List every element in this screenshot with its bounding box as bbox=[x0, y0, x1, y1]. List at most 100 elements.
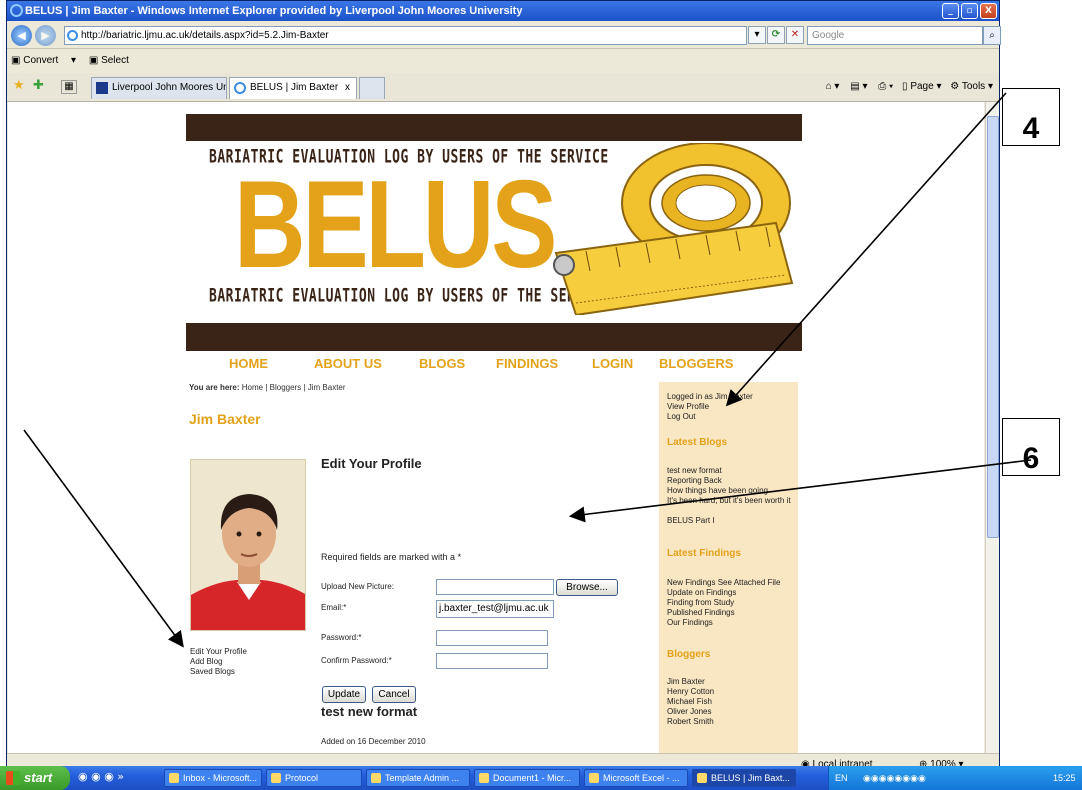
callout-box-top: 4 bbox=[1002, 88, 1060, 146]
site-banner: BARIATRIC EVALUATION LOG BY USERS OF THE… bbox=[186, 141, 802, 323]
tab-ljmu[interactable]: Liverpool John Moores Unive... bbox=[91, 77, 227, 99]
nav-login[interactable]: LOGIN bbox=[592, 356, 633, 371]
new-tab-button[interactable] bbox=[359, 77, 385, 99]
sidebar-blogger-link[interactable]: Michael Fish bbox=[667, 697, 712, 706]
restore-button[interactable]: ▫ bbox=[961, 3, 978, 19]
scrollbar-thumb[interactable] bbox=[987, 116, 999, 538]
latest-blogs-heading: Latest Blogs bbox=[667, 437, 728, 448]
nav-home[interactable]: HOME bbox=[229, 356, 268, 371]
quick-tabs-icon[interactable]: ▦ bbox=[61, 80, 77, 94]
taskbar: start ◉ ◉ ◉ » Inbox - Microsoft... Proto… bbox=[0, 766, 1082, 790]
back-arrow-icon[interactable]: ◀ bbox=[11, 25, 32, 46]
close-button[interactable]: X bbox=[980, 3, 997, 19]
select-button[interactable]: ▣ Select bbox=[89, 55, 139, 66]
print-icon[interactable]: ⎙ ▾ bbox=[878, 81, 893, 92]
confirm-password-field[interactable] bbox=[436, 653, 548, 669]
language-indicator[interactable]: EN bbox=[835, 766, 848, 790]
stop-icon[interactable]: ✕ bbox=[786, 26, 804, 44]
sidebar-blog-link[interactable]: How things have been going bbox=[667, 486, 768, 495]
refresh-icon[interactable]: ⟳ bbox=[767, 26, 785, 44]
convert-button[interactable]: ▣ Convert ▾ bbox=[11, 55, 76, 66]
ljmu-favicon-icon bbox=[96, 82, 108, 94]
breadcrumb-path[interactable]: Home | Bloggers | Jim Baxter bbox=[242, 383, 346, 392]
email-field[interactable]: j.baxter_test@ljmu.ac.uk bbox=[436, 600, 554, 618]
sidebar-blogger-link[interactable]: Henry Cotton bbox=[667, 687, 714, 696]
windows-flag-icon bbox=[6, 771, 20, 785]
sidebar-finding-link[interactable]: Update on Findings bbox=[667, 588, 736, 597]
search-icon[interactable]: ⌕ bbox=[983, 26, 1001, 45]
tab-close-icon[interactable]: x bbox=[345, 78, 350, 98]
add-blog-link[interactable]: Add Blog bbox=[190, 657, 247, 667]
banner-bottom-bar bbox=[186, 323, 802, 351]
tray-icons[interactable]: ◉◉◉◉◉◉◉◉ bbox=[863, 766, 926, 790]
update-button[interactable]: Update bbox=[322, 686, 366, 703]
sidebar-finding-link[interactable]: Published Findings bbox=[667, 608, 735, 617]
banner-top-bar bbox=[186, 114, 802, 141]
sidebar-blog-link[interactable]: test new format bbox=[667, 466, 722, 475]
minimize-button[interactable]: _ bbox=[942, 3, 959, 19]
tools-menu[interactable]: ⚙ Tools ▾ bbox=[950, 81, 993, 92]
forward-arrow-icon[interactable]: ▶ bbox=[35, 25, 56, 46]
nav-about-us[interactable]: ABOUT US bbox=[314, 356, 382, 371]
sidebar-blogger-link[interactable]: Jim Baxter bbox=[667, 677, 705, 686]
breadcrumb: You are here: Home | Bloggers | Jim Baxt… bbox=[189, 383, 346, 392]
system-tray: EN ◉◉◉◉◉◉◉◉ 15:25 bbox=[828, 766, 1082, 790]
bloggers-heading: Bloggers bbox=[667, 649, 711, 660]
confirm-password-label: Confirm Password:* bbox=[321, 656, 392, 665]
callout-box-mid: 6 bbox=[1002, 418, 1060, 476]
task-inbox[interactable]: Inbox - Microsoft... bbox=[164, 769, 262, 787]
upload-label: Upload New Picture: bbox=[321, 582, 394, 591]
home-icon[interactable]: ⌂ ▾ bbox=[826, 81, 840, 92]
browse-button[interactable]: Browse... bbox=[556, 579, 618, 596]
view-profile-link[interactable]: View Profile bbox=[667, 402, 709, 411]
page-title: Jim Baxter bbox=[189, 411, 261, 427]
sidebar-blogger-link[interactable]: Robert Smith bbox=[667, 717, 714, 726]
search-input[interactable]: Google bbox=[807, 26, 983, 45]
vertical-scrollbar[interactable] bbox=[985, 102, 999, 753]
site-logo: BELUS bbox=[234, 156, 557, 294]
ie-favicon-icon bbox=[234, 82, 246, 94]
task-template-admin[interactable]: Template Admin ... bbox=[366, 769, 470, 787]
nav-bloggers[interactable]: BLOGGERS bbox=[659, 356, 733, 371]
nav-blogs[interactable]: BLOGS bbox=[419, 356, 465, 371]
command-bar: ▣ Convert ▾ ▣ Select bbox=[7, 50, 999, 72]
cancel-button[interactable]: Cancel bbox=[372, 686, 416, 703]
task-excel[interactable]: Microsoft Excel - ... bbox=[584, 769, 688, 787]
url-dropdown-icon[interactable]: ▾ bbox=[748, 26, 766, 44]
tab-belus[interactable]: BELUS | Jim Baxter x bbox=[229, 77, 357, 99]
address-bar: ◀ ▶ http://bariatric.ljmu.ac.uk/details.… bbox=[7, 22, 1001, 49]
required-note: Required fields are marked with a * bbox=[321, 552, 462, 562]
sidebar-blogger-link[interactable]: Oliver Jones bbox=[667, 707, 711, 716]
sidebar: Logged in as Jim Baxter View Profile Log… bbox=[659, 382, 798, 753]
sidebar-blog-link[interactable]: BELUS Part I bbox=[667, 516, 715, 525]
start-button[interactable]: start bbox=[0, 766, 70, 790]
add-favorites-icon[interactable]: ✚ bbox=[33, 78, 44, 93]
edit-profile-link[interactable]: Edit Your Profile bbox=[190, 647, 247, 657]
password-field[interactable] bbox=[436, 630, 548, 646]
saved-blogs-link[interactable]: Saved Blogs bbox=[190, 667, 247, 677]
profile-photo-image bbox=[191, 460, 305, 630]
log-out-link[interactable]: Log Out bbox=[667, 412, 695, 421]
tape-measure-image bbox=[553, 143, 794, 315]
sidebar-finding-link[interactable]: Our Findings bbox=[667, 618, 713, 627]
sidebar-finding-link[interactable]: Finding from Study bbox=[667, 598, 734, 607]
feeds-icon[interactable]: ▤ ▾ bbox=[850, 81, 867, 92]
task-protocol[interactable]: Protocol bbox=[266, 769, 362, 787]
email-label: Email:* bbox=[321, 603, 347, 612]
sidebar-blog-link[interactable]: It's been hard, but it's been worth it bbox=[667, 496, 793, 505]
nav-findings[interactable]: FINDINGS bbox=[496, 356, 558, 371]
page-icon bbox=[67, 30, 78, 41]
sidebar-finding-link[interactable]: New Findings See Attached File bbox=[667, 578, 780, 587]
favorites-star-icon[interactable]: ★ bbox=[13, 78, 25, 93]
quick-launch-icons[interactable]: ◉ ◉ ◉ » bbox=[78, 770, 124, 783]
upload-file-input[interactable] bbox=[436, 579, 554, 595]
task-document1[interactable]: Document1 - Micr... bbox=[474, 769, 580, 787]
task-belus[interactable]: BELUS | Jim Baxt... bbox=[692, 769, 796, 787]
profile-photo bbox=[190, 459, 306, 631]
password-label: Password:* bbox=[321, 633, 362, 642]
page-menu[interactable]: ▯ Page ▾ bbox=[902, 81, 941, 92]
url-field[interactable]: http://bariatric.ljmu.ac.uk/details.aspx… bbox=[64, 26, 747, 45]
latest-findings-heading: Latest Findings bbox=[667, 548, 741, 559]
sidebar-blog-link[interactable]: Reporting Back bbox=[667, 476, 722, 485]
post-title[interactable]: test new format bbox=[321, 704, 417, 719]
